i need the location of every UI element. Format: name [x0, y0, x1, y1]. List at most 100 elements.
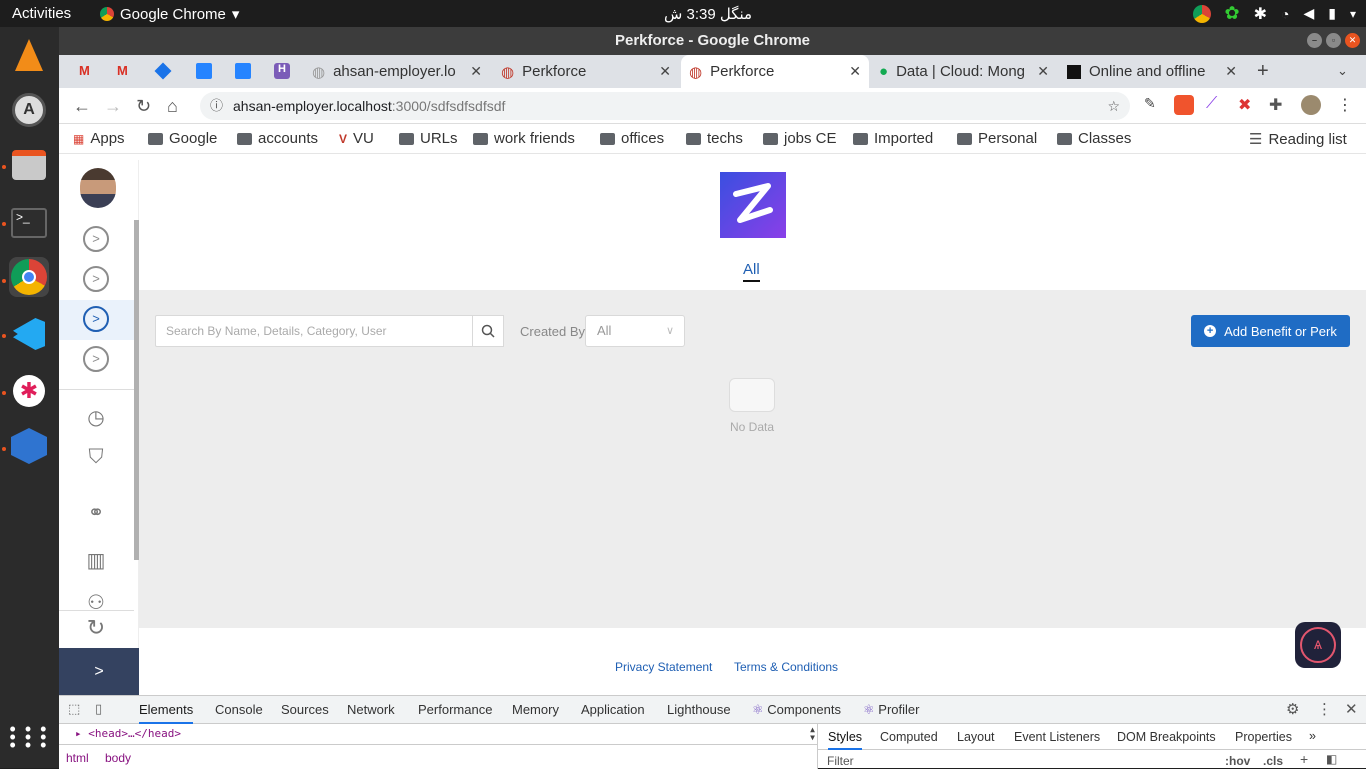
created-by-select[interactable]: All ∨ [585, 315, 685, 347]
close-window-button[interactable]: ✕ [1345, 33, 1360, 48]
files-icon[interactable] [9, 145, 49, 185]
tab-perkforce[interactable]: ◍ Perkforce ✕ [493, 55, 679, 88]
tab-all[interactable]: All [743, 261, 760, 282]
close-tab-icon[interactable]: ✕ [849, 63, 861, 80]
bookmark-folder-accounts[interactable]: accounts [237, 130, 318, 147]
reading-list-button[interactable]: ☰ Reading list [1249, 130, 1347, 149]
chrome-dock-icon[interactable] [9, 257, 49, 297]
extension-icon-cross[interactable]: ✖ [1238, 95, 1258, 115]
devtools-close-icon[interactable]: ✕ [1345, 700, 1358, 718]
sync-icon[interactable]: ✿ [1225, 3, 1240, 24]
tab-mongodb[interactable]: ● Data | Cloud: Mong ✕ [871, 55, 1057, 88]
handshake-icon[interactable]: ⚭ [81, 500, 111, 528]
devtools-tab-console[interactable]: Console [215, 702, 263, 717]
tab-search-button[interactable]: ⌄ [1337, 63, 1348, 79]
new-style-rule-icon[interactable]: + [1300, 751, 1308, 767]
devtools-tab-components[interactable]: ⚛ Components [752, 702, 841, 718]
show-applications-icon[interactable]: • • • • • • • • • [9, 717, 49, 757]
bookmark-folder-work-friends[interactable]: work friends [473, 130, 575, 147]
user-avatar[interactable] [80, 168, 116, 208]
more-tabs-icon[interactable]: » [1309, 729, 1316, 743]
privacy-statement-link[interactable]: Privacy Statement [615, 660, 712, 674]
bookmark-folder-imported[interactable]: Imported [853, 130, 933, 147]
search-input[interactable]: Search By Name, Details, Category, User [155, 315, 473, 347]
jira-pinned-tab-icon[interactable] [154, 62, 172, 80]
home-button[interactable]: ⌂ [167, 96, 178, 117]
bar-chart-icon[interactable]: ▥ [81, 548, 111, 576]
vscode-icon[interactable] [9, 314, 49, 354]
devtools-tab-memory[interactable]: Memory [512, 702, 559, 717]
styles-tab-dom-breakpoints[interactable]: DOM Breakpoints [1117, 730, 1216, 744]
new-tab-button[interactable]: + [1257, 60, 1269, 83]
sidebar-expand-button[interactable]: > [59, 648, 139, 695]
devtools-more-icon[interactable]: ⋮ [1317, 700, 1332, 718]
devtools-settings-icon[interactable]: ⚙ [1286, 700, 1299, 718]
address-bar[interactable]: ⓘ ahsan-employer.localhost:3000/sdfsdfsd… [200, 92, 1130, 120]
close-tab-icon[interactable]: ✕ [470, 63, 482, 80]
app-icon-blue[interactable] [9, 426, 49, 466]
volume-icon[interactable]: ◀ [1303, 5, 1314, 22]
styles-tab-styles[interactable]: Styles [828, 730, 863, 750]
bookmark-folder-jobs-ce[interactable]: jobs CE [763, 130, 837, 147]
system-tray[interactable]: ✿ ✱ ◔ ◀ ▮ ▾ [1192, 3, 1356, 24]
extension-icon-dev[interactable]: ✎ [1144, 95, 1164, 115]
breadcrumb-body[interactable]: body [105, 751, 131, 765]
clock[interactable]: منگل 3:39 ش [664, 5, 752, 23]
devtools-tab-lighthouse[interactable]: Lighthouse [667, 702, 731, 717]
power-menu-icon[interactable]: ▾ [1350, 7, 1356, 21]
bookmark-star-icon[interactable]: ☆ [1107, 92, 1120, 120]
close-tab-icon[interactable]: ✕ [1037, 63, 1049, 80]
shield-badge-icon[interactable]: ⛉ [81, 446, 111, 474]
devtools-tab-elements[interactable]: Elements [139, 702, 194, 724]
tab-online-offline[interactable]: Online and offline ✕ [1059, 55, 1245, 88]
bookmark-vu[interactable]: V VU [339, 130, 374, 147]
profile-avatar[interactable] [1301, 95, 1321, 115]
software-updater-icon[interactable]: A [9, 90, 49, 130]
window-titlebar[interactable]: Perkforce - Google Chrome – ▫ ✕ [59, 27, 1366, 55]
extension-icon-orange[interactable] [1174, 95, 1194, 115]
bookmark-folder-classes[interactable]: Classes [1057, 130, 1131, 147]
minimize-button[interactable]: – [1307, 33, 1322, 48]
tab-ahsan-employer[interactable]: ◍ ahsan-employer.lo ✕ [304, 55, 490, 88]
heroku-pinned-tab-icon[interactable]: H [274, 63, 290, 79]
splitter-arrows-icon[interactable]: ▲ ▼ [810, 726, 815, 742]
team-icon[interactable]: ⚇ [81, 590, 111, 610]
extension-icon-feather[interactable]: ⟋ [1206, 95, 1226, 115]
bookmark-apps[interactable]: ▦ Apps [73, 130, 125, 147]
terminal-icon[interactable]: >_ [9, 203, 49, 243]
close-tab-icon[interactable]: ✕ [659, 63, 671, 80]
search-button[interactable] [472, 315, 504, 347]
bookmark-folder-google[interactable]: Google [148, 130, 217, 147]
chrome-menu-icon[interactable]: ⋮ [1337, 95, 1357, 115]
battery-icon[interactable]: ▮ [1328, 5, 1336, 22]
breadcrumb-html[interactable]: html [66, 751, 89, 765]
sidebar-nav-chevron-4[interactable]: > [83, 346, 109, 372]
terms-conditions-link[interactable]: Terms & Conditions [734, 660, 838, 674]
devtools-tab-network[interactable]: Network [347, 702, 395, 717]
chrome-tray-icon[interactable] [1192, 4, 1211, 23]
toggle-sidebar-icon[interactable]: ◧ [1326, 752, 1337, 766]
hov-toggle[interactable]: :hov [1225, 754, 1250, 768]
dom-node-head[interactable]: ▸ <head>…</head> [75, 727, 181, 740]
info-icon[interactable]: ⓘ [210, 92, 223, 120]
close-tab-icon[interactable]: ✕ [1225, 63, 1237, 80]
extensions-puzzle-icon[interactable]: ✚ [1269, 95, 1289, 115]
sidebar-nav-chevron-1[interactable]: > [83, 226, 109, 252]
slack-icon[interactable]: ✱ [9, 371, 49, 411]
styles-tab-layout[interactable]: Layout [957, 730, 995, 744]
devtools-tab-profiler[interactable]: ⚛ Profiler [863, 702, 919, 718]
back-button[interactable]: ← [73, 96, 91, 117]
inspect-element-icon[interactable]: ⬚ [68, 701, 80, 717]
bookmark-folder-techs[interactable]: techs [686, 130, 743, 147]
styles-tab-properties[interactable]: Properties [1235, 730, 1292, 744]
bookmark-folder-offices[interactable]: offices [600, 130, 664, 147]
add-benefit-button[interactable]: + Add Benefit or Perk [1191, 315, 1350, 347]
logout-icon[interactable]: ↻ [81, 615, 111, 643]
styles-tab-event-listeners[interactable]: Event Listeners [1014, 730, 1100, 744]
styles-tab-computed[interactable]: Computed [880, 730, 938, 744]
bookmark-folder-urls[interactable]: URLs [399, 130, 458, 147]
vlc-icon[interactable] [9, 35, 49, 75]
bitbucket-pinned-tab-icon[interactable] [196, 63, 212, 79]
sidebar-nav-chevron-2[interactable]: > [83, 266, 109, 292]
tab-perkforce-active[interactable]: ◍ Perkforce ✕ [681, 55, 869, 88]
